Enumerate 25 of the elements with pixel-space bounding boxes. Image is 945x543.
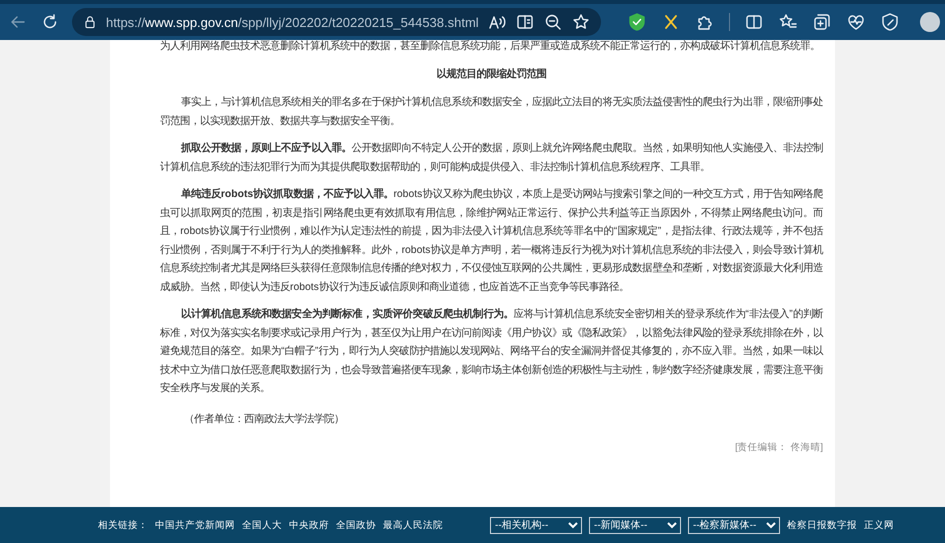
link-dropdown[interactable]: --相关机构-- (490, 516, 582, 534)
profile-avatar[interactable] (920, 12, 940, 32)
footer-link[interactable]: 正义网 (864, 518, 894, 532)
link-dropdown[interactable]: --新闻媒体-- (589, 516, 681, 534)
footer-link[interactable]: 全国政协 (336, 518, 376, 532)
author-affiliation: （作者单位：西南政法大学法学院） (183, 412, 345, 426)
article-paragraph: 以计算机信息系统和数据安全为判断标准，实质评价突破反爬虫机制行为。应将与计算机信息系统安全密切相关的登录系统作为“非法侵入”的判断标准，对仅为落实实名制要求或记录用户行为，甚至仅为让用户在访问前阅读《用户协议》或《隐私政策》，以豁免法律风险的登录系统排除在外，以避免规范目的落空。如果为“白帽子”行为，即行为人突破防护措施以发现网站、网络平台的安全漏洞并督促其修复的，亦不应入罪。当然，如果一味以技术中立为借口放任恶意爬取数据行为，也会导致普遍搭便车现象，影响市场主体创新创造的积极性与主动性，制约数字经济健康发展，需要注意平衡安全秩序与发展的关系。 (160, 306, 823, 396)
section-heading: 以规范目的限缩处罚范围 (436, 67, 548, 82)
footer-link[interactable]: 检察日报数字报 (787, 518, 857, 532)
footer-link[interactable]: 中央政府 (289, 518, 329, 532)
footer-link[interactable]: 最高人民法院 (383, 518, 443, 532)
collections-icon[interactable] (812, 12, 832, 32)
article-paragraph: 为人利用网络爬虫技术恶意删除计算机系统中的数据，甚至删除信息系统功能，后果严重或造成系统不能正常运行的，亦构成破坏计算机信息系统罪。 (160, 39, 821, 54)
related-links-label: 相关链接： (98, 518, 148, 532)
shield-check-icon[interactable] (626, 12, 647, 32)
article-paragraph: 单纯违反robots协议抓取数据，不应予以入罪。robots协议又称为爬虫协议，本质上是受访网站与搜索引擎之间的一种交互方式，用于告知网络爬虫可以抓取网页的范围，初衷是指引网络爬虫更有效抓取有用信息，除维护网站正常运行、保护公共利益等正当原因外，不得禁止网络爬虫访问。而且，robots协议属于行业惯例，难以作为认定违法性的前提，因为非法侵入计算机信息系统等罪名中的“国家规定”，是指法律、行政法规等，并不包括行业惯例，否则属于不利于行为人的类推解释。此外，robots协议是单方声明，若一概将违反行为视为对计算机信息系统的非法侵入，则会导致计算机信息系统控制者尤其是网络巨头获得任意限制信息传播的绝对权力，不仅侵蚀互联网的公共属性，更易形成数据壁垒和垄断，对数据资源最大化利用造成威胁。当然，即使认为违反robots协议行为违反诚信原则和商业道德，也应首选不正当竞争等民事路径。 (160, 187, 823, 294)
editor-credit: [责任编辑： 佟海晴] (734, 441, 823, 455)
link-dropdown[interactable]: --检察新媒体-- (688, 516, 780, 534)
footer-link[interactable]: 全国人大 (242, 518, 282, 532)
address-bar[interactable]: https://www.spp.gov.cn/spp/llyj/202202/t20220215_544538.shtml (72, 8, 601, 36)
star-icon[interactable] (570, 12, 591, 32)
footer-link[interactable]: 中国共产党新闻网 (155, 518, 235, 532)
url-text[interactable]: https://www.spp.gov.cn/spp/llyj/202202/t20220215_544538.shtml (106, 14, 479, 30)
article-paragraph: 抓取公开数据，原则上不应予以入罪。公开数据即向不特定人公开的数据，原则上就允许网络爬虫爬取。当然，如果明知他人实施侵入、非法控制计算机信息系统的违法犯罪行为而为其提供爬取数据帮助的，则可能构成提供侵入、非法控制计算机信息系统程序、工具罪。 (160, 141, 823, 174)
article-paragraph: 事实上，与计算机信息系统相关的罪名多在于保护计算机信息系统和数据安全，应据此立法目的将无实质法益侵害性的爬虫行为出罪，限缩刑事处罚范围，以实现数据开放、数据共享与数据安全平衡。 (160, 95, 823, 128)
